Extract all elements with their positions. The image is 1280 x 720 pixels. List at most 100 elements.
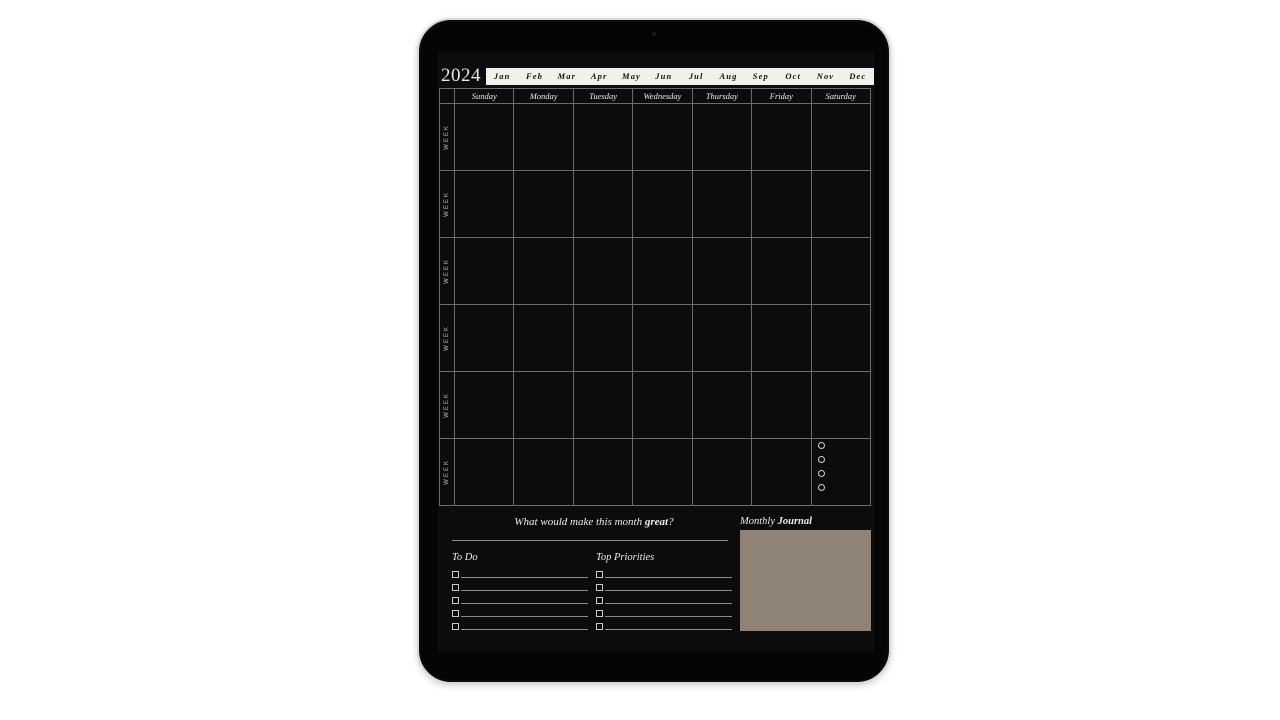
- todo-rows: [452, 566, 588, 631]
- day-cell-w2-sunday[interactable]: [455, 171, 515, 238]
- day-cell-w4-saturday[interactable]: [811, 305, 871, 372]
- year-label: 2024: [441, 65, 481, 86]
- day-cell-w3-saturday[interactable]: [811, 238, 871, 305]
- todo-item-checkbox[interactable]: [452, 597, 459, 604]
- month-great-writing-line[interactable]: [452, 540, 728, 541]
- tablet-device: 2024 Jan Feb Mar Apr May Jun Jul Aug Sep Oct Nov De…: [417, 18, 891, 684]
- todo-item-checkbox[interactable]: [452, 610, 459, 617]
- monthly-journal-thumbnail[interactable]: [740, 530, 871, 631]
- day-cell-w6-tuesday[interactable]: [573, 439, 634, 506]
- day-cell-w1-monday[interactable]: [514, 104, 574, 171]
- day-name-tuesday: Tuesday: [573, 89, 634, 104]
- day-cell-w4-tuesday[interactable]: [573, 305, 634, 372]
- priority-item-checkbox[interactable]: [596, 623, 603, 630]
- day-cell-w2-wednesday[interactable]: [633, 171, 693, 238]
- month-tab-bar[interactable]: Jan Feb Mar Apr May Jun Jul Aug Sep Oct Nov Dec: [486, 68, 874, 85]
- day-cell-w1-tuesday[interactable]: [573, 104, 634, 171]
- planner-header: 2024 Jan Feb Mar Apr May Jun Jul Aug Sep Oct Nov De…: [438, 65, 874, 88]
- day-cell-w5-tuesday[interactable]: [573, 372, 634, 439]
- month-tab-may[interactable]: May: [615, 68, 647, 85]
- todo-item-checkbox[interactable]: [452, 623, 459, 630]
- day-cell-w2-friday[interactable]: [752, 171, 812, 238]
- calendar-week-row: WEEK: [440, 305, 871, 372]
- week-label-cell-2: WEEK: [440, 171, 455, 238]
- month-tab-nov[interactable]: Nov: [809, 68, 841, 85]
- priority-item-writing-line[interactable]: [605, 590, 732, 591]
- todo-item-checkbox[interactable]: [452, 571, 459, 578]
- day-cell-w3-thursday[interactable]: [692, 238, 753, 305]
- day-cell-w2-tuesday[interactable]: [573, 171, 634, 238]
- priority-item-writing-line[interactable]: [605, 616, 732, 617]
- todo-item-writing-line[interactable]: [461, 577, 588, 578]
- priority-item-checkbox[interactable]: [596, 571, 603, 578]
- day-cell-w2-saturday[interactable]: [811, 171, 871, 238]
- todo-item-writing-line[interactable]: [461, 616, 588, 617]
- day-cell-w5-sunday[interactable]: [455, 372, 515, 439]
- day-cell-w6-monday[interactable]: [514, 439, 574, 506]
- priority-item-writing-line[interactable]: [605, 577, 732, 578]
- top-priorities-list: Top Priorities: [596, 552, 732, 631]
- day-cell-w4-monday[interactable]: [514, 305, 574, 372]
- day-cell-w3-sunday[interactable]: [455, 238, 515, 305]
- day-cell-w5-monday[interactable]: [514, 372, 574, 439]
- priority-item-writing-line[interactable]: [605, 629, 732, 630]
- day-cell-w6-friday[interactable]: [752, 439, 812, 506]
- todo-item-writing-line[interactable]: [461, 590, 588, 591]
- month-tab-jan[interactable]: Jan: [486, 68, 518, 85]
- priority-item-checkbox[interactable]: [596, 584, 603, 591]
- day-cell-w6-sunday[interactable]: [455, 439, 515, 506]
- day-cell-w1-saturday[interactable]: [811, 104, 871, 171]
- todo-title: To Do: [452, 552, 478, 563]
- day-cell-w5-friday[interactable]: [752, 372, 812, 439]
- month-tab-dec[interactable]: Dec: [842, 68, 874, 85]
- day-cell-w4-wednesday[interactable]: [633, 305, 693, 372]
- day-cell-w4-friday[interactable]: [752, 305, 812, 372]
- monthly-journal: Monthly Journal: [740, 516, 871, 631]
- calendar-grid: Sunday Monday Tuesday Wednesday Thursday Frid…: [439, 88, 871, 506]
- priority-item-checkbox[interactable]: [596, 610, 603, 617]
- circle-outline-icon[interactable]: [817, 484, 825, 491]
- day-cell-w4-thursday[interactable]: [692, 305, 753, 372]
- month-tab-sep[interactable]: Sep: [745, 68, 777, 85]
- day-cell-w3-tuesday[interactable]: [573, 238, 634, 305]
- day-cell-w2-monday[interactable]: [514, 171, 574, 238]
- todo-item-writing-line[interactable]: [461, 629, 588, 630]
- circle-outline-icon[interactable]: [817, 442, 825, 449]
- todo-item-checkbox[interactable]: [452, 584, 459, 591]
- day-cell-w1-friday[interactable]: [752, 104, 812, 171]
- prompt-emphasis: great: [644, 516, 669, 528]
- month-tab-jun[interactable]: Jun: [648, 68, 680, 85]
- day-cell-w1-wednesday[interactable]: [633, 104, 693, 171]
- month-tab-jul[interactable]: Jul: [680, 68, 712, 85]
- month-tab-feb[interactable]: Feb: [518, 68, 550, 85]
- priority-item-writing-line[interactable]: [605, 603, 732, 604]
- day-cell-w1-thursday[interactable]: [692, 104, 753, 171]
- month-tab-aug[interactable]: Aug: [712, 68, 744, 85]
- day-name-friday: Friday: [752, 89, 812, 104]
- day-cell-w4-sunday[interactable]: [455, 305, 515, 372]
- week-label-text: WEEK: [444, 325, 450, 351]
- month-tab-oct[interactable]: Oct: [777, 68, 809, 85]
- day-cell-w5-thursday[interactable]: [692, 372, 753, 439]
- month-tab-apr[interactable]: Apr: [583, 68, 615, 85]
- calendar-corner-cell: [440, 89, 455, 104]
- calendar-header-row: Sunday Monday Tuesday Wednesday Thursday Frid…: [440, 89, 871, 104]
- day-cell-w1-sunday[interactable]: [455, 104, 515, 171]
- prompt-prefix: What would make this month: [514, 516, 645, 528]
- circle-outline-icon[interactable]: [817, 470, 825, 477]
- day-cell-w5-saturday[interactable]: [811, 372, 871, 439]
- todo-item-writing-line[interactable]: [461, 603, 588, 604]
- lower-panel: What would make this month great? To Do …: [438, 510, 874, 653]
- day-cell-w3-monday[interactable]: [514, 238, 574, 305]
- month-tab-mar[interactable]: Mar: [551, 68, 583, 85]
- day-cell-w6-thursday[interactable]: [692, 439, 753, 506]
- day-cell-w6-saturday[interactable]: [811, 439, 871, 506]
- day-cell-w2-thursday[interactable]: [692, 171, 753, 238]
- week-label-text: WEEK: [444, 258, 450, 284]
- day-cell-w3-wednesday[interactable]: [633, 238, 693, 305]
- day-cell-w5-wednesday[interactable]: [633, 372, 693, 439]
- day-cell-w6-wednesday[interactable]: [633, 439, 693, 506]
- priority-item-checkbox[interactable]: [596, 597, 603, 604]
- day-cell-w3-friday[interactable]: [752, 238, 812, 305]
- circle-outline-icon[interactable]: [817, 456, 825, 463]
